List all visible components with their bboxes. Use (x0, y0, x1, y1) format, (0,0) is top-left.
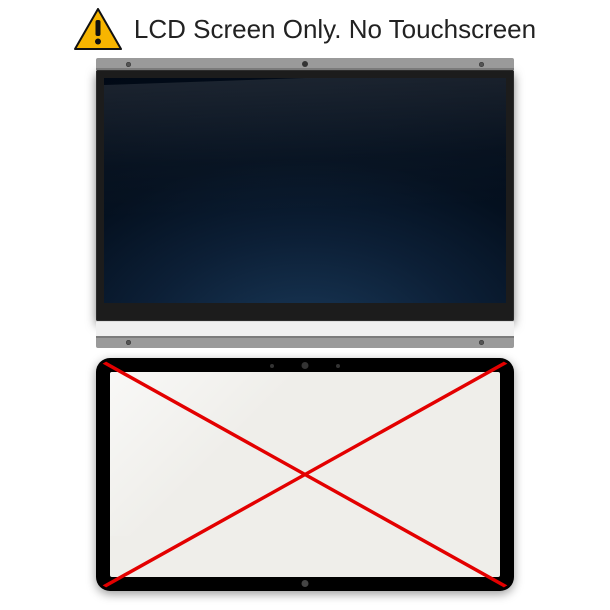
mic-dot-icon (336, 364, 340, 368)
screw-icon (479, 62, 484, 67)
lcd-mount-bracket-bottom (96, 336, 514, 348)
mic-dot-icon (270, 364, 274, 368)
header-text: LCD Screen Only. No Touchscreen (134, 14, 536, 45)
touchscreen-illustration (96, 358, 514, 591)
screw-icon (126, 340, 131, 345)
lcd-bottom-edge (96, 321, 514, 336)
touchscreen-glass (110, 372, 500, 577)
touchscreen-frame (96, 358, 514, 591)
webcam-icon (302, 61, 308, 67)
lcd-bezel (96, 70, 514, 321)
lcd-mount-bracket-top (96, 58, 514, 70)
glass-reflection (110, 372, 500, 536)
lcd-display-area (104, 78, 506, 303)
home-button-icon (302, 580, 309, 587)
screen-reflection (104, 78, 506, 223)
header: LCD Screen Only. No Touchscreen (0, 8, 610, 50)
product-notice-image: LCD Screen Only. No Touchscreen (0, 0, 610, 610)
lcd-screen-illustration (96, 58, 514, 348)
warning-icon (74, 8, 122, 50)
front-camera-icon (302, 362, 309, 369)
screw-icon (479, 340, 484, 345)
screw-icon (126, 62, 131, 67)
